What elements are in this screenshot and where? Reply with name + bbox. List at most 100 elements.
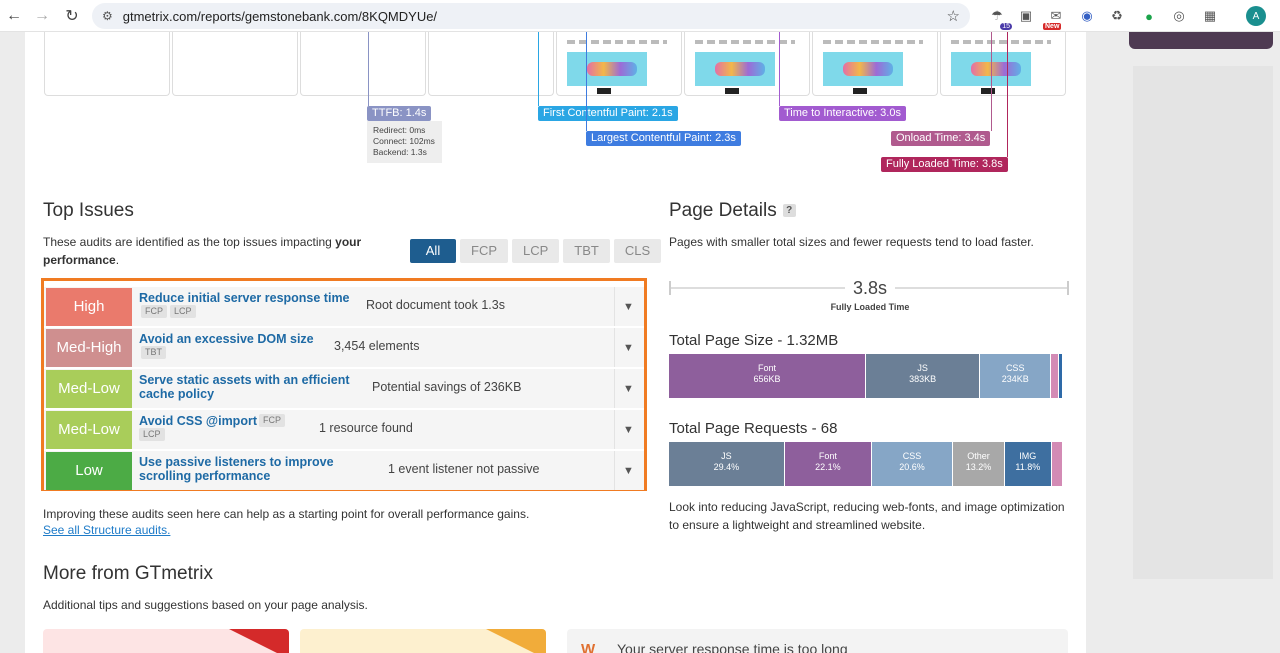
warning-corner-icon bbox=[229, 629, 289, 653]
issue-title[interactable]: Serve static assets with an efficient cac… bbox=[139, 373, 350, 401]
server-response-text: Your server response time is too long bbox=[617, 641, 848, 653]
camera-icon[interactable]: ▣ bbox=[1016, 6, 1036, 26]
vpn-globe-icon[interactable]: ◎ bbox=[1169, 6, 1189, 26]
issue-row[interactable]: Med-Low Serve static assets with an effi… bbox=[44, 369, 644, 408]
see-all-structure-link[interactable]: See all Structure audits. bbox=[43, 523, 170, 537]
onload-marker bbox=[991, 32, 992, 131]
issue-title-text[interactable]: Reduce initial server response time bbox=[139, 291, 350, 305]
profile-avatar[interactable]: A bbox=[1246, 6, 1266, 26]
segment-name: JS bbox=[917, 363, 928, 373]
filter-all[interactable]: All bbox=[410, 239, 456, 263]
badge-lcp: LCP bbox=[170, 305, 196, 318]
globe-extension-icon[interactable]: ◉ bbox=[1077, 6, 1097, 26]
segment-value: 234KB bbox=[1001, 374, 1029, 384]
chevron-down-icon[interactable]: ▼ bbox=[614, 369, 642, 408]
server-response-card[interactable]: W Your server response time is too long bbox=[567, 629, 1068, 653]
grammarly-icon[interactable]: ● bbox=[1139, 6, 1159, 26]
issue-title[interactable]: Avoid an excessive DOM size TBT bbox=[139, 332, 314, 360]
site-info-icon[interactable]: ⚙ bbox=[102, 9, 113, 23]
address-bar[interactable]: ⚙ gtmetrix.com/reports/gemstonebank.com/… bbox=[92, 3, 970, 29]
severity-high: High bbox=[46, 288, 132, 326]
segment-name: Font bbox=[818, 451, 837, 461]
segment-value: 29.4% bbox=[713, 462, 740, 472]
ttfb-redirect: Redirect: 0ms bbox=[373, 125, 426, 135]
filmstrip-frame bbox=[556, 32, 682, 96]
fully-loaded-value: 3.8s bbox=[845, 278, 895, 299]
recycle-icon[interactable]: ♻ bbox=[1107, 6, 1127, 26]
issue-result: Root document took 1.3s bbox=[366, 298, 505, 312]
severity-med-low: Med-Low bbox=[46, 411, 132, 449]
forward-icon[interactable]: → bbox=[28, 2, 56, 30]
chevron-down-icon[interactable]: ▼ bbox=[614, 287, 642, 326]
segment-value: 22.1% bbox=[815, 462, 841, 472]
segment-value: 13.2% bbox=[965, 462, 992, 472]
bar-segment-js: JS 383KB bbox=[866, 354, 981, 398]
badge-fcp: FCP bbox=[258, 414, 285, 427]
top-issues-desc: These audits are identified as the top i… bbox=[43, 233, 393, 269]
issue-title[interactable]: Use passive listeners to improve scrollin… bbox=[139, 455, 334, 483]
bar-segment-other-4 bbox=[1059, 354, 1063, 398]
issue-title[interactable]: Reduce initial server response time FCP LC… bbox=[139, 291, 350, 319]
issue-title-text[interactable]: Avoid CSS @import bbox=[139, 414, 257, 428]
browser-toolbar: ← → ↻ ⚙ gtmetrix.com/reports/gemstoneban… bbox=[0, 0, 1280, 32]
issue-title-line1[interactable]: Use passive listeners to improve bbox=[139, 455, 334, 469]
page-requests-title: Total Page Requests - 68 bbox=[669, 420, 838, 437]
desc-bold-your: your bbox=[335, 235, 362, 249]
issue-title-line2[interactable]: scrolling performance bbox=[139, 469, 270, 483]
issue-title-line2[interactable]: cache policy bbox=[139, 387, 214, 401]
puzzle-icon[interactable]: ▦ bbox=[1200, 6, 1220, 26]
issue-title-line1[interactable]: Serve static assets with an efficient bbox=[139, 373, 350, 387]
issue-result: 3,454 elements bbox=[334, 339, 420, 353]
new-badge: New bbox=[1043, 23, 1062, 30]
issues-footer: Improving these audits seen here can hel… bbox=[43, 507, 530, 521]
issue-row[interactable]: Med-Low Avoid CSS @import FCP LCP 1 resour… bbox=[44, 410, 644, 449]
filter-fcp[interactable]: FCP bbox=[460, 239, 508, 263]
desc-period: . bbox=[115, 253, 120, 267]
filter-tbt[interactable]: TBT bbox=[563, 239, 610, 263]
segment-name: Font bbox=[757, 363, 776, 373]
page-size-title: Total Page Size - 1.32MB bbox=[669, 332, 839, 349]
issue-result: 1 event listener not passive bbox=[388, 462, 540, 476]
onload-label: Onload Time: 3.4s bbox=[891, 131, 991, 146]
segment-value: 20.6% bbox=[899, 462, 925, 472]
bookmark-star-icon[interactable]: ☆ bbox=[947, 7, 960, 25]
bar-segment-css: CSS 20.6% bbox=[871, 442, 954, 486]
tip-card-red[interactable] bbox=[43, 629, 289, 653]
severity-med-high: Med-High bbox=[46, 329, 132, 367]
tti-label: Time to Interactive: 3.0s bbox=[779, 106, 906, 121]
chevron-down-icon[interactable]: ▼ bbox=[614, 410, 642, 449]
issues-list: High Reduce initial server response time… bbox=[41, 278, 647, 491]
ttfb-label: TTFB: 1.4s bbox=[367, 106, 432, 121]
fully-loaded-label: Fully Loaded Time: 3.8s bbox=[881, 157, 1008, 172]
issue-result: 1 resource found bbox=[319, 421, 413, 435]
tip-card-yellow[interactable] bbox=[300, 629, 546, 653]
chevron-down-icon[interactable]: ▼ bbox=[614, 328, 642, 367]
issue-row[interactable]: Low Use passive listeners to improve scro… bbox=[44, 451, 644, 490]
segment-name: CSS bbox=[1005, 363, 1025, 373]
issue-row[interactable]: Med-High Avoid an excessive DOM size TBT … bbox=[44, 328, 644, 367]
issue-title[interactable]: Avoid CSS @import FCP LCP bbox=[139, 414, 285, 442]
filmstrip-frame bbox=[940, 32, 1066, 96]
chevron-down-icon[interactable]: ▼ bbox=[614, 451, 642, 490]
ttfb-connect: Connect: 102ms bbox=[373, 136, 435, 146]
reload-icon[interactable]: ↻ bbox=[58, 2, 86, 30]
extension-shield-icon[interactable]: ☂ 15 bbox=[987, 6, 1012, 30]
lcp-marker bbox=[586, 32, 587, 131]
segment-value: 11.8% bbox=[1015, 462, 1041, 472]
bar-segment-css: CSS 234KB bbox=[980, 354, 1052, 398]
ttfb-marker bbox=[368, 32, 369, 106]
fcp-marker bbox=[538, 32, 539, 106]
help-icon[interactable]: ? bbox=[782, 204, 796, 218]
issue-title-text[interactable]: Avoid an excessive DOM size bbox=[139, 332, 314, 346]
page-details-footer: Look into reducing JavaScript, reducing … bbox=[669, 500, 1065, 532]
filter-lcp[interactable]: LCP bbox=[512, 239, 560, 263]
issue-row[interactable]: High Reduce initial server response time… bbox=[44, 287, 644, 326]
bar-segment-font: Font 656KB bbox=[669, 354, 866, 398]
segment-value: 656KB bbox=[753, 374, 781, 384]
page-details-title-text: Page Details bbox=[669, 200, 777, 221]
extension-new-icon[interactable]: ✉ New bbox=[1043, 6, 1066, 30]
filter-cls[interactable]: CLS bbox=[613, 239, 662, 263]
ttfb-backend: Backend: 1.3s bbox=[373, 147, 427, 157]
fully-loaded-marker bbox=[1007, 32, 1008, 157]
back-icon[interactable]: ← bbox=[0, 2, 28, 30]
